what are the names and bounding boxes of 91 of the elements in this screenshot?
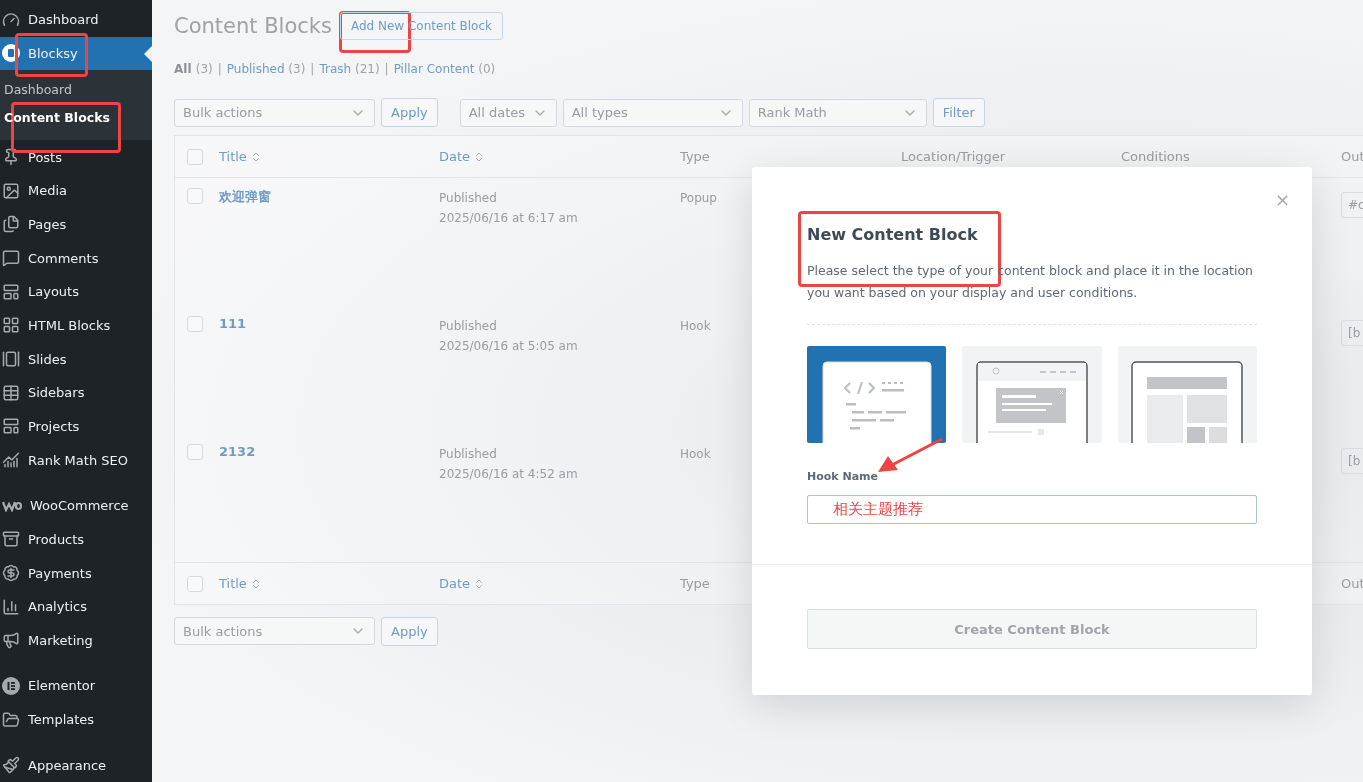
type-text: Hook bbox=[680, 446, 712, 463]
modal-title: New Content Block bbox=[807, 225, 979, 244]
row-title-link[interactable]: 2132 bbox=[219, 444, 439, 459]
sidebar-item[interactable]: Rank Math SEO bbox=[0, 443, 152, 477]
bar-chart-icon bbox=[2, 597, 20, 616]
sidebar-item[interactable]: Comments bbox=[0, 241, 152, 275]
sidebar-item[interactable]: Marketing bbox=[0, 623, 152, 658]
column-header[interactable]: Date bbox=[439, 576, 680, 591]
brush-icon bbox=[2, 756, 20, 775]
submenu-item[interactable]: Dashboard bbox=[0, 76, 152, 105]
block-type-option[interactable] bbox=[962, 346, 1102, 443]
row-checkbox[interactable] bbox=[187, 188, 203, 204]
sidebar-item[interactable]: Payments bbox=[0, 556, 152, 590]
woo-logo-icon bbox=[2, 499, 22, 512]
column-header[interactable]: Title bbox=[219, 576, 439, 591]
status-filter-link[interactable]: All (3) bbox=[174, 62, 213, 76]
hook-name-field[interactable]: 相关主题推荐 bbox=[807, 495, 1257, 524]
output-field: #c bbox=[1341, 192, 1363, 218]
output-field: [b bbox=[1341, 448, 1363, 474]
sidebar-item[interactable]: Slides bbox=[0, 342, 152, 376]
close-button[interactable]: × bbox=[1274, 189, 1290, 210]
apply-button[interactable]: Apply bbox=[381, 98, 438, 127]
sidebar-item[interactable]: Layouts bbox=[0, 274, 152, 309]
slides-icon bbox=[2, 350, 20, 369]
chart-icon bbox=[2, 451, 20, 470]
sidebar-item[interactable]: WooCommerce bbox=[0, 488, 152, 523]
status-text: Published bbox=[439, 190, 498, 207]
select-all-checkbox[interactable] bbox=[187, 575, 203, 592]
sidebar-item[interactable]: Projects bbox=[0, 409, 152, 444]
types-select[interactable]: All types bbox=[562, 98, 743, 127]
row-title-link[interactable]: 欢迎弹窗 bbox=[219, 188, 439, 206]
pages-icon bbox=[2, 215, 20, 234]
sidebar-item[interactable]: Products bbox=[0, 522, 152, 557]
column-header: Location/Trigger bbox=[901, 149, 1007, 164]
sidebar-item[interactable]: Posts bbox=[0, 140, 152, 174]
select-all-checkbox[interactable] bbox=[187, 148, 203, 165]
layout-icon bbox=[2, 417, 20, 436]
column-header[interactable]: Title bbox=[219, 149, 439, 164]
date-text: 2025/06/16 at 5:05 am bbox=[439, 338, 579, 355]
status-filter-link[interactable]: Pillar Content (0) bbox=[393, 62, 496, 76]
block-type-option[interactable] bbox=[1117, 346, 1257, 443]
row-checkbox[interactable] bbox=[187, 444, 203, 460]
output-field: [b bbox=[1341, 320, 1363, 346]
date-text: 2025/06/16 at 6:17 am bbox=[439, 210, 579, 227]
apply-button[interactable]: Apply bbox=[381, 617, 438, 646]
status-text: Published bbox=[439, 318, 498, 335]
date-text: 2025/06/16 at 4:52 am bbox=[439, 466, 579, 483]
status-filter-link[interactable]: Published (3) bbox=[226, 62, 306, 76]
grid-icon bbox=[2, 316, 20, 335]
separator-text: | bbox=[217, 62, 222, 76]
bulk-actions-select[interactable]: Bulk actions bbox=[174, 98, 375, 127]
field-label: Hook Name bbox=[807, 470, 880, 483]
archive-icon bbox=[2, 530, 20, 549]
column-header[interactable]: Date bbox=[439, 149, 680, 164]
row-checkbox[interactable] bbox=[187, 316, 203, 332]
sidebar-item[interactable]: Appearance bbox=[0, 748, 152, 782]
seo-select[interactable]: Rank Math bbox=[748, 98, 927, 127]
page-title: Content Blocks bbox=[174, 14, 332, 38]
sidebar-item[interactable]: Blocksy bbox=[0, 36, 152, 71]
sidebar-item[interactable]: Sidebars bbox=[0, 375, 152, 410]
block-type-option[interactable] bbox=[807, 346, 947, 443]
megaphone-icon bbox=[2, 631, 20, 650]
sidebar-item[interactable]: Elementor bbox=[0, 669, 152, 703]
dollar-icon bbox=[2, 564, 20, 582]
bulk-actions-select[interactable]: Bulk actions bbox=[174, 617, 375, 645]
image-icon bbox=[2, 181, 20, 200]
sidebar-item[interactable]: HTML Blocks bbox=[0, 308, 152, 343]
row-title-link[interactable]: 111 bbox=[219, 316, 439, 331]
type-text: Popup bbox=[680, 190, 718, 207]
status-filter-link[interactable]: Trash (21) bbox=[319, 62, 380, 76]
sidebar-item[interactable]: Media bbox=[0, 173, 152, 208]
comment-icon bbox=[2, 249, 20, 268]
gauge-icon bbox=[2, 10, 20, 29]
folder-icon bbox=[2, 710, 20, 729]
dates-select[interactable]: All dates bbox=[459, 98, 557, 127]
type-text: Hook bbox=[680, 318, 712, 335]
sidebar-item[interactable]: Dashboard bbox=[0, 3, 152, 37]
layout-icon bbox=[2, 282, 20, 301]
filter-button[interactable]: Filter bbox=[932, 98, 985, 127]
status-text: Published bbox=[439, 446, 498, 463]
sidebar-item[interactable]: Templates bbox=[0, 702, 152, 737]
blocksy-logo-icon bbox=[2, 44, 20, 63]
separator-text: | bbox=[310, 62, 315, 76]
column-header: Conditions bbox=[1121, 149, 1191, 164]
sidebar-item[interactable]: Analytics bbox=[0, 589, 152, 624]
separator-text: | bbox=[384, 62, 389, 76]
table-icon bbox=[2, 383, 20, 402]
pin-icon bbox=[2, 148, 20, 167]
column-header: Type bbox=[680, 576, 711, 591]
column-header: Type bbox=[680, 149, 711, 164]
sidebar-item[interactable]: Pages bbox=[0, 207, 152, 242]
